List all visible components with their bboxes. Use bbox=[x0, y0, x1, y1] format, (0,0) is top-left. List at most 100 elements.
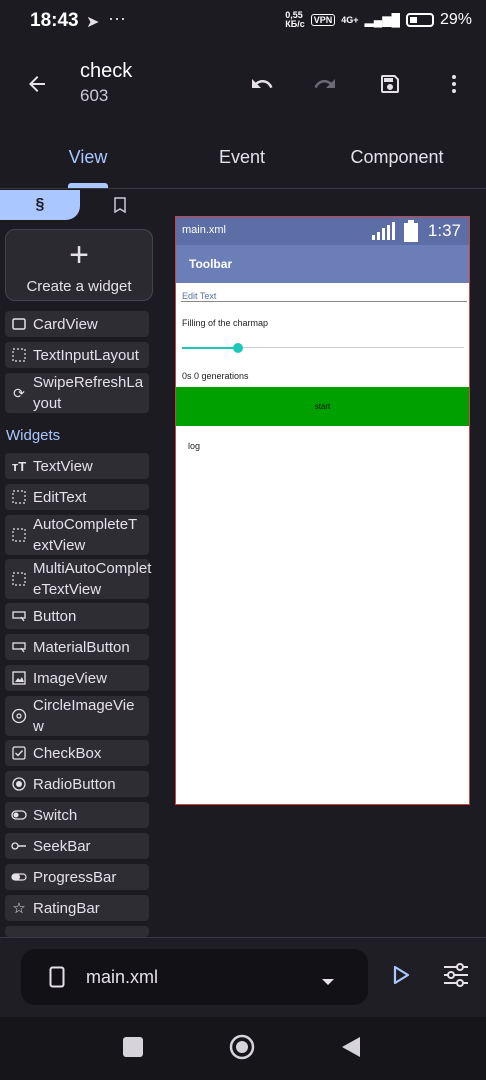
palette-item-partial[interactable] bbox=[5, 926, 149, 937]
preview-seekbar-progress bbox=[182, 347, 238, 349]
palette-item-autocompletetextview[interactable]: AutoCompleteT extView bbox=[5, 515, 149, 555]
project-title: check bbox=[80, 60, 133, 82]
create-widget-button[interactable]: + Create a widget bbox=[5, 229, 153, 301]
palette-item-button[interactable]: Button bbox=[5, 603, 149, 629]
file-selector[interactable] bbox=[21, 949, 368, 1005]
dashed-box-icon bbox=[11, 527, 27, 543]
palette-item-imageview[interactable]: ImageView bbox=[5, 665, 149, 691]
preview-seekbar-thumb[interactable] bbox=[233, 343, 243, 353]
preview-time: 1:37 bbox=[427, 221, 461, 240]
palette-item-label: SwipeRefreshLa yout bbox=[33, 374, 144, 412]
preview-signal-icon bbox=[372, 222, 396, 245]
palette-item-label: TextInputLayout bbox=[33, 346, 139, 364]
dashed-box-icon bbox=[11, 489, 27, 505]
preview-filling-label[interactable]: Filling of the charmap bbox=[182, 318, 268, 328]
palette-item-label: RatingBar bbox=[33, 899, 100, 917]
palette-item-label: CircleImageVie w bbox=[33, 697, 135, 735]
file-selector-value: main.xml bbox=[86, 967, 159, 987]
project-id: 603 bbox=[80, 86, 109, 105]
run-play-icon[interactable] bbox=[381, 955, 421, 995]
undo-icon[interactable] bbox=[242, 64, 282, 104]
network-speed: 0,55 КБ/с bbox=[285, 10, 305, 29]
palette-item-label: EditText bbox=[33, 488, 87, 506]
section-header-widgets: Widgets bbox=[6, 427, 61, 444]
palette-item-progressbar[interactable]: ProgressBar bbox=[5, 864, 149, 890]
palette-item-checkbox[interactable]: CheckBox bbox=[5, 740, 149, 766]
preview-toolbar[interactable]: Toolbar bbox=[176, 245, 469, 283]
signal-icon: ▂▄▆█ bbox=[364, 13, 400, 27]
tune-settings-icon[interactable] bbox=[436, 955, 476, 995]
more-vert-icon[interactable] bbox=[434, 64, 474, 104]
preview-file-name: main.xml bbox=[182, 224, 227, 236]
dashed-box-icon bbox=[11, 571, 27, 587]
palette-item-label: ImageView bbox=[33, 669, 107, 687]
bookmark-icon bbox=[114, 197, 126, 213]
save-icon[interactable] bbox=[370, 64, 410, 104]
preview-status-bar: main.xml 1:37 bbox=[176, 217, 469, 245]
palette-item-textview[interactable]: ᴛT TextView bbox=[5, 453, 149, 479]
layout-preview[interactable]: main.xml 1:37 Toolbar Edit Text Filling … bbox=[175, 216, 470, 805]
circle-image-icon bbox=[11, 708, 27, 724]
network-type: 4G+ bbox=[341, 15, 359, 25]
dropdown-arrow-icon bbox=[321, 973, 335, 991]
battery-percent: 29% bbox=[439, 11, 472, 28]
palette-item-cardview[interactable]: CardView bbox=[5, 311, 149, 337]
switch-icon bbox=[11, 807, 27, 823]
dashed-box-icon bbox=[11, 347, 27, 363]
tab-component[interactable]: Component bbox=[332, 140, 462, 180]
palette-item-label: TextView bbox=[33, 457, 93, 475]
palette-item-seekbar[interactable]: SeekBar bbox=[5, 833, 149, 859]
radio-icon bbox=[11, 776, 27, 792]
recents-square-icon[interactable] bbox=[123, 1037, 143, 1057]
tab-event[interactable]: Event bbox=[182, 140, 302, 180]
preview-edittext[interactable]: Edit Text bbox=[182, 291, 216, 301]
preview-start-button[interactable]: start bbox=[176, 387, 469, 426]
palette-item-label: SeekBar bbox=[33, 837, 91, 855]
palette-item-label: Switch bbox=[33, 806, 78, 824]
palette-item-label: MultiAutoComplet eTextView bbox=[33, 560, 152, 598]
palette-item-switch[interactable]: Switch bbox=[5, 802, 149, 828]
palette-item-label: RadioButton bbox=[33, 775, 116, 793]
star-icon: ☆ bbox=[12, 900, 26, 917]
text-icon: ᴛT bbox=[11, 458, 27, 474]
preview-battery-icon bbox=[404, 220, 418, 247]
back-triangle-icon[interactable] bbox=[340, 1035, 362, 1064]
palette-item-multiautocompletetextview[interactable]: MultiAutoComplet eTextView bbox=[5, 559, 152, 599]
image-icon bbox=[11, 670, 27, 686]
palette-item-label: AutoCompleteT extView bbox=[33, 516, 138, 554]
telegram-icon: ➤ bbox=[86, 14, 100, 31]
button-icon bbox=[11, 639, 27, 655]
create-widget-label: Create a widget bbox=[26, 278, 132, 295]
palette-item-materialbutton[interactable]: MaterialButton bbox=[5, 634, 149, 660]
back-arrow-icon[interactable] bbox=[17, 64, 57, 104]
more-notifications-icon: ··· bbox=[108, 8, 126, 28]
palette-item-textinputlayout[interactable]: TextInputLayout bbox=[5, 342, 149, 368]
palette-item-circleimageview[interactable]: CircleImageVie w bbox=[5, 696, 149, 736]
preview-generations-label[interactable]: 0s 0 generations bbox=[182, 371, 249, 381]
battery-icon bbox=[405, 13, 434, 27]
tab-divider bbox=[0, 188, 486, 189]
palette-bookmark-tab[interactable] bbox=[100, 190, 140, 220]
home-circle-icon[interactable] bbox=[229, 1034, 255, 1065]
palette-item-ratingbar[interactable]: ☆ RatingBar bbox=[5, 895, 149, 921]
palette-item-label: Button bbox=[33, 607, 77, 625]
refresh-icon: ⟳ bbox=[13, 384, 25, 401]
checkbox-icon bbox=[11, 745, 27, 761]
redo-icon[interactable] bbox=[305, 64, 345, 104]
seekbar-icon bbox=[11, 838, 27, 854]
preview-edittext-underline bbox=[181, 301, 467, 302]
status-bar: 18:43 ➤ ··· 0,55 КБ/с VPN 4G+ ▂▄▆█ 29% bbox=[0, 0, 486, 44]
palette-widgets-tab[interactable]: § bbox=[0, 190, 80, 220]
palette-item-label: ProgressBar bbox=[33, 868, 117, 886]
card-icon bbox=[11, 316, 27, 332]
tab-view[interactable]: View bbox=[28, 140, 148, 180]
palette-icon: § bbox=[35, 196, 45, 213]
plus-icon: + bbox=[69, 236, 89, 274]
preview-log-label[interactable]: log bbox=[188, 441, 200, 451]
palette-item-swiperefreshlayout[interactable]: ⟳ SwipeRefreshLa yout bbox=[5, 373, 149, 413]
palette-item-radiobutton[interactable]: RadioButton bbox=[5, 771, 149, 797]
palette-item-edittext[interactable]: EditText bbox=[5, 484, 149, 510]
vpn-badge: VPN bbox=[310, 14, 336, 26]
button-icon bbox=[11, 608, 27, 624]
phone-icon bbox=[49, 966, 65, 993]
